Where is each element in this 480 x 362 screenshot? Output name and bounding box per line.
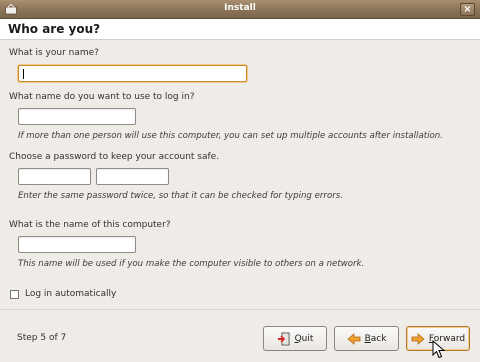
auto-login-label[interactable]: Log in automatically <box>25 289 116 299</box>
footer-divider <box>0 309 480 310</box>
mouse-pointer-icon <box>432 340 446 359</box>
arrow-right-icon <box>411 332 425 345</box>
login-input[interactable] <box>18 108 136 125</box>
auto-login-checkbox[interactable] <box>10 290 19 299</box>
back-label: Back <box>364 333 387 344</box>
arrow-left-icon <box>346 332 360 345</box>
computer-name-label: What is the name of this computer? <box>9 220 171 230</box>
quit-label: Quit <box>294 333 314 344</box>
password-label: Choose a password to keep your account s… <box>9 152 220 162</box>
login-hint: If more than one person will use this co… <box>18 131 443 141</box>
login-label: What name do you want to use to log in? <box>9 92 195 102</box>
window-titlebar: Install × <box>0 0 480 19</box>
computer-name-input[interactable] <box>18 236 136 253</box>
quit-button[interactable]: Quit <box>263 326 327 351</box>
quit-icon <box>277 332 290 345</box>
computer-name-hint: This name will be used if you make the c… <box>18 259 365 269</box>
page-title: Who are you? <box>8 22 101 36</box>
back-button[interactable]: Back <box>334 326 399 351</box>
step-indicator: Step 5 of 7 <box>17 333 67 343</box>
name-input[interactable] <box>18 65 247 82</box>
close-icon: × <box>463 4 472 15</box>
window-title: Install <box>224 3 256 13</box>
text-caret <box>23 69 24 79</box>
close-button[interactable]: × <box>460 3 475 16</box>
password-input[interactable] <box>18 168 91 185</box>
name-label: What is your name? <box>9 48 99 58</box>
page-header: Who are you? <box>0 19 480 40</box>
password-hint: Enter the same password twice, so that i… <box>18 191 343 201</box>
password-confirm-input[interactable] <box>96 168 169 185</box>
